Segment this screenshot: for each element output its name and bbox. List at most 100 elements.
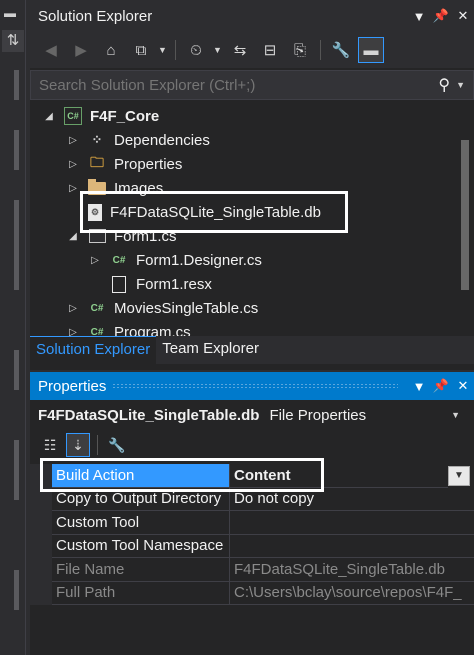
tree-node-movies[interactable]: ▷ C# MoviesSingleTable.cs <box>66 296 258 320</box>
categorized-icon[interactable]: ☷ <box>38 433 62 457</box>
chevron-down-icon[interactable]: ▼ <box>456 80 465 90</box>
database-file-icon: ⚙ <box>88 203 102 221</box>
collapse-all-icon[interactable]: ⊟ <box>257 37 283 63</box>
titlebar-grip <box>112 383 398 389</box>
csharp-file-icon: C# <box>90 326 104 337</box>
property-name[interactable]: Custom Tool Namespace <box>52 534 230 558</box>
tab-solution-explorer[interactable]: Solution Explorer <box>30 336 157 364</box>
tree-scrollbar[interactable] <box>460 100 470 336</box>
tree-node-project[interactable]: ◢ C# F4F_Core <box>42 104 159 128</box>
show-all-files-icon[interactable]: ⎘ <box>287 37 313 63</box>
property-pages-wrench-icon[interactable]: 🔧 <box>105 433 129 457</box>
toolbar-separator <box>175 40 176 60</box>
collapsed-arrow-icon[interactable]: ▷ <box>66 159 80 170</box>
properties-toolbar: ☷ ⇣ 🔧 <box>30 430 474 460</box>
property-row-build-action[interactable]: Build Action Content ▼ <box>30 464 474 488</box>
property-row-copy-to-output[interactable]: Copy to Output Directory Do not copy <box>30 487 474 511</box>
collapsed-arrow-icon[interactable]: ▷ <box>66 303 80 314</box>
object-selector[interactable]: F4FDataSQLite_SingleTable.db File Proper… <box>30 400 474 430</box>
toolbar-separator <box>320 40 321 60</box>
form-icon <box>88 229 106 243</box>
tree-node-form1-resx[interactable]: Form1.resx <box>110 272 212 296</box>
left-dock-strip: ▬ ⇅ <box>0 0 26 655</box>
property-row-custom-tool-namespace[interactable]: Custom Tool Namespace <box>30 534 474 558</box>
close-icon[interactable]: ✕ <box>452 378 474 394</box>
tree-node-images[interactable]: ▷ Images <box>66 176 163 200</box>
expanded-arrow-icon[interactable]: ◢ <box>42 111 56 122</box>
home-icon[interactable]: ⌂ <box>98 37 124 63</box>
tree-node-label: Program.cs <box>114 323 191 337</box>
tree-node-dependencies[interactable]: ▷ ⁘ Dependencies <box>66 128 210 152</box>
tree-node-label: Properties <box>114 155 183 173</box>
back-icon[interactable]: ◀ <box>38 37 64 63</box>
object-type: File Properties <box>269 406 367 424</box>
solution-explorer-title: Solution Explorer <box>38 7 153 25</box>
tree-node-label: F4F_Core <box>90 107 160 125</box>
dock-marker <box>14 440 19 500</box>
property-row-custom-tool[interactable]: Custom Tool <box>30 511 474 535</box>
csharp-project-icon: C# <box>64 107 82 125</box>
switch-views-icon[interactable]: ⧉ <box>128 37 154 63</box>
toolbar-separator <box>97 435 98 455</box>
properties-folder-icon: 🗀 <box>90 154 104 170</box>
property-value[interactable]: Do not copy <box>230 488 474 511</box>
pin-icon[interactable]: ▬ <box>4 6 16 20</box>
tree-node-form1-designer[interactable]: ▷ C# Form1.Designer.cs <box>88 248 262 272</box>
property-row-file-name[interactable]: File Name F4FDataSQLite_SingleTable.db <box>30 558 474 582</box>
property-name[interactable]: Custom Tool <box>52 511 230 535</box>
toolbox-icon[interactable]: ⇅ <box>2 30 24 52</box>
tree-node-label: MoviesSingleTable.cs <box>114 299 259 317</box>
search-input[interactable] <box>39 76 439 94</box>
window-position-icon[interactable]: ▼ <box>408 9 430 24</box>
property-value[interactable] <box>230 511 474 535</box>
explorer-tabs: Solution Explorer Team Explorer <box>30 336 474 364</box>
pin-icon[interactable]: 📌 <box>430 8 452 24</box>
property-value[interactable] <box>230 535 474 558</box>
expanded-arrow-icon[interactable]: ◢ <box>66 231 80 242</box>
property-name[interactable]: Build Action <box>52 464 230 488</box>
tree-node-label: Form1.Designer.cs <box>136 251 262 269</box>
properties-wrench-icon[interactable]: 🔧 <box>328 37 354 63</box>
collapsed-arrow-icon[interactable]: ▷ <box>66 327 80 337</box>
row-gutter <box>30 534 52 558</box>
row-gutter <box>30 558 52 582</box>
chevron-down-icon[interactable]: ▼ <box>158 45 168 55</box>
chevron-down-icon[interactable]: ▼ <box>448 465 470 486</box>
alphabetical-icon[interactable]: ⇣ <box>66 433 90 457</box>
tab-team-explorer[interactable]: Team Explorer <box>156 336 265 364</box>
sync-with-active-document-icon[interactable]: ⇆ <box>227 37 253 63</box>
folder-icon <box>88 178 106 195</box>
property-name: File Name <box>52 558 230 582</box>
tree-node-form1[interactable]: ◢ Form1.cs <box>66 224 176 248</box>
chevron-down-icon[interactable]: ▼ <box>451 410 460 420</box>
property-value: C:\Users\bclay\source\repos\F4F_ <box>230 582 474 605</box>
tree-node-label: Form1.resx <box>136 275 212 293</box>
property-grid: Build Action Content ▼ Copy to Output Di… <box>30 464 474 605</box>
property-row-full-path[interactable]: Full Path C:\Users\bclay\source\repos\F4… <box>30 581 474 605</box>
pending-changes-filter-icon[interactable]: ⏲ <box>183 37 209 63</box>
solution-explorer-search[interactable]: ⚲ ▼ <box>30 70 474 100</box>
solution-explorer-panel: Solution Explorer ▼ 📌 ✕ ◀ ▶ ⌂ ⧉ ▼ ⏲ ▼ ⇆ … <box>30 0 474 370</box>
scrollbar-thumb[interactable] <box>461 140 469 290</box>
csharp-file-icon: C# <box>90 302 104 314</box>
dependencies-icon: ⁘ <box>91 132 103 147</box>
pin-icon[interactable]: 📌 <box>430 378 452 394</box>
property-value[interactable]: Content <box>230 464 448 488</box>
search-icon[interactable]: ⚲ <box>438 75 450 95</box>
close-icon[interactable]: ✕ <box>452 8 474 24</box>
preview-selected-items-icon[interactable]: ▬ <box>358 37 384 63</box>
chevron-down-icon[interactable]: ▼ <box>213 45 223 55</box>
collapsed-arrow-icon[interactable]: ▷ <box>66 135 80 146</box>
row-gutter <box>30 487 52 511</box>
tree-node-database-file[interactable]: ⚙ F4FDataSQLite_SingleTable.db <box>88 200 321 224</box>
tree-node-properties[interactable]: ▷ 🗀 Properties <box>66 152 182 176</box>
collapsed-arrow-icon[interactable]: ▷ <box>66 183 80 194</box>
tree-node-label: F4FDataSQLite_SingleTable.db <box>110 203 321 221</box>
dock-marker <box>14 350 19 390</box>
property-name[interactable]: Copy to Output Directory <box>52 487 230 511</box>
window-position-icon[interactable]: ▼ <box>408 379 430 394</box>
collapsed-arrow-icon[interactable]: ▷ <box>88 255 102 266</box>
dock-marker <box>14 200 19 290</box>
forward-icon[interactable]: ▶ <box>68 37 94 63</box>
tree-node-program[interactable]: ▷ C# Program.cs <box>66 320 191 337</box>
